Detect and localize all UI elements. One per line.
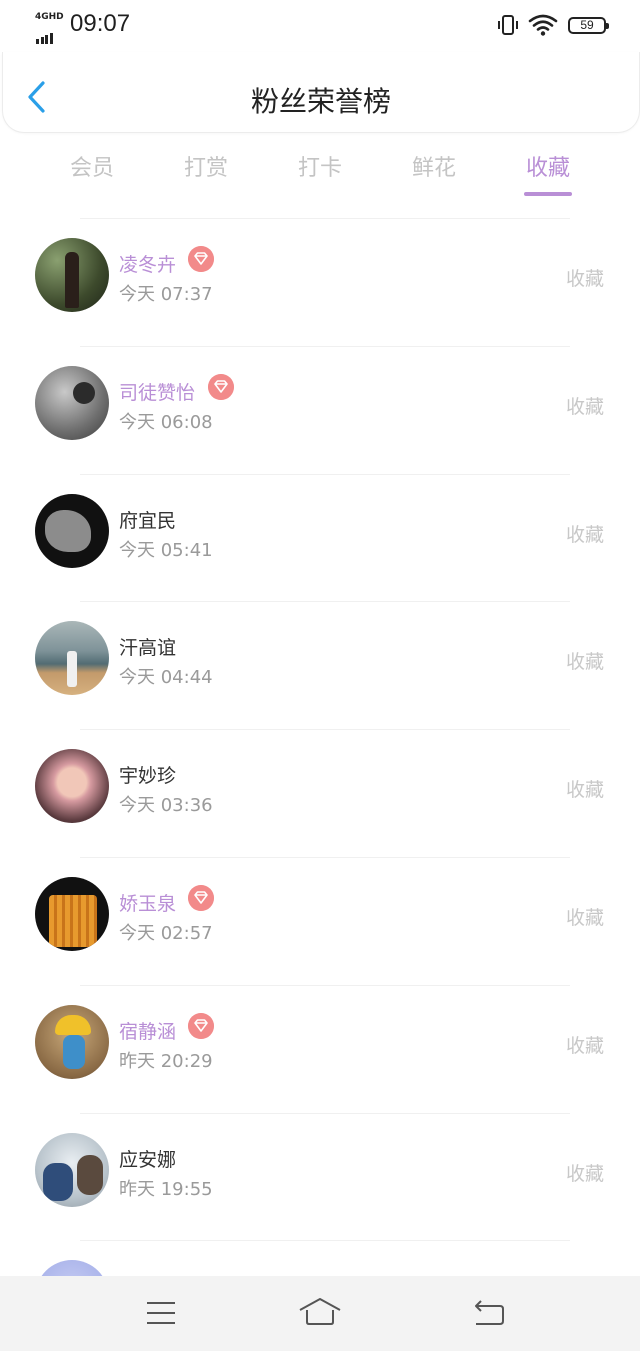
tab-bar: 会员 打赏 打卡 鲜花 收藏	[0, 150, 640, 200]
list-item[interactable]: 娇玉泉 今天 02:57 收藏	[0, 856, 640, 985]
tab-favorites[interactable]: 收藏	[498, 150, 598, 196]
timestamp: 今天 07:37	[119, 284, 213, 305]
action-label: 收藏	[565, 523, 604, 546]
avatar	[35, 621, 109, 696]
action-label: 收藏	[565, 651, 604, 674]
avatar	[35, 365, 109, 440]
header-bar: 粉丝荣誉榜	[2, 52, 640, 133]
timestamp: 昨天 19:55	[119, 1178, 213, 1200]
user-name: 宇妙珍	[119, 765, 177, 788]
tab-label: 打赏	[183, 156, 228, 181]
timestamp: 今天 04:44	[119, 667, 213, 689]
list-item[interactable]: 司徒赞怡 今天 06:08 收藏	[0, 345, 640, 474]
status-icons: 59	[496, 12, 609, 38]
user-name: 汗高谊	[119, 637, 177, 660]
list-item[interactable]: 宇妙珍 今天 03:36 收藏	[0, 729, 640, 857]
tab-checkin[interactable]: 打卡	[270, 150, 370, 182]
tab-label: 收藏	[525, 156, 570, 181]
action-label: 收藏	[565, 1162, 604, 1185]
tab-active-indicator	[524, 192, 572, 196]
list-item[interactable]: 府宜民 今天 05:41 收藏	[0, 473, 640, 602]
avatar	[35, 1004, 109, 1079]
user-name: 司徒赞怡	[119, 381, 196, 404]
avatar	[35, 876, 109, 951]
timestamp: 今天 02:57	[119, 922, 213, 944]
back-icon[interactable]	[472, 1300, 506, 1326]
action-label: 收藏	[565, 779, 604, 802]
home-icon[interactable]	[298, 1296, 342, 1326]
tab-member[interactable]: 会员	[42, 150, 142, 182]
network-label: 4GHD	[35, 12, 64, 22]
tab-label: 鲜花	[411, 156, 456, 181]
user-name: 应安娜	[119, 1148, 177, 1171]
action-label: 收藏	[565, 268, 604, 290]
menu-icon[interactable]	[145, 1300, 177, 1326]
action-label: 收藏	[565, 1034, 604, 1057]
diamond-badge-icon	[188, 1012, 214, 1039]
diamond-badge-icon	[188, 246, 214, 272]
action-label: 收藏	[565, 906, 604, 929]
user-name: 府宜民	[119, 509, 177, 532]
avatar	[35, 1132, 109, 1207]
tab-flowers[interactable]: 鲜花	[384, 150, 484, 182]
list-item[interactable]: 宿静涵 昨天 20:29 收藏	[0, 984, 640, 1113]
tab-reward[interactable]: 打赏	[156, 150, 256, 182]
timestamp: 今天 06:08	[119, 411, 213, 433]
diamond-badge-icon	[208, 373, 234, 400]
fan-list: 凌冬卉 今天 07:37 收藏 司徒赞怡 今天 06:08 收藏 府宜民 今天 …	[0, 218, 640, 1335]
list-item[interactable]	[0, 1240, 640, 1335]
tab-label: 会员	[69, 156, 114, 181]
user-name: 娇玉泉	[119, 892, 177, 915]
timestamp: 今天 05:41	[119, 539, 213, 561]
battery-icon: 59	[568, 16, 609, 34]
action-label: 收藏	[565, 395, 604, 418]
user-name: 宿静涵	[119, 1020, 177, 1043]
system-nav-bar	[0, 1276, 640, 1351]
wifi-icon	[528, 14, 558, 36]
signal-icon	[36, 25, 54, 44]
battery-level: 59	[580, 17, 594, 32]
timestamp: 今天 03:36	[119, 795, 213, 817]
avatar	[35, 749, 109, 824]
diamond-badge-icon	[188, 884, 214, 911]
network-indicator: 4GHD	[35, 12, 64, 44]
vibrate-icon	[498, 15, 518, 35]
avatar	[35, 493, 109, 568]
timestamp: 昨天 20:29	[119, 1050, 213, 1072]
status-bar: 4GHD 09:07 59	[0, 0, 640, 52]
page-title: 粉丝荣誉榜	[250, 85, 391, 118]
list-item[interactable]: 汗高谊 今天 04:44 收藏	[0, 601, 640, 729]
list-item[interactable]: 应安娜 昨天 19:55 收藏	[0, 1112, 640, 1241]
list-item[interactable]: 凌冬卉 今天 07:37 收藏	[0, 218, 640, 346]
avatar	[35, 238, 109, 312]
status-time: 09:07	[70, 10, 131, 37]
user-name: 凌冬卉	[119, 254, 177, 276]
tab-label: 打卡	[297, 156, 342, 181]
